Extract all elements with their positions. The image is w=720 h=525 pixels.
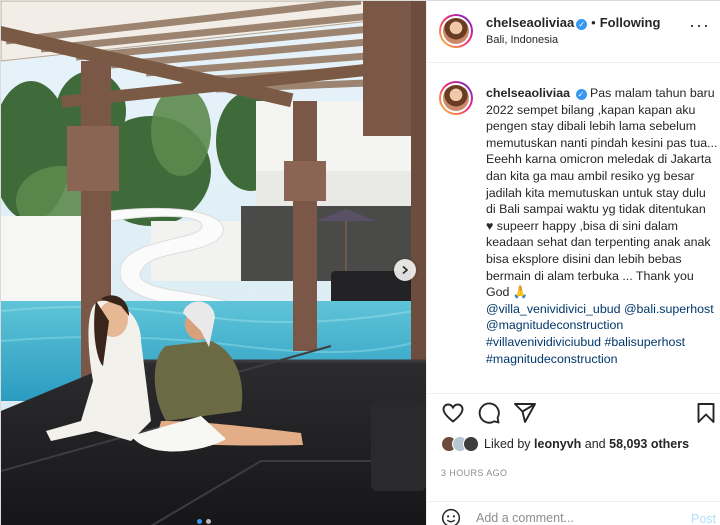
caption-text-3: ♥ supeerr happy ,bisa di sini dalam kead… <box>486 218 711 300</box>
header-name-row: chelseaoliviaa ✓ • Following <box>486 15 660 30</box>
carousel-dot <box>206 519 211 524</box>
caption-tags: @villa_venividivici_ubud @bali.superhost… <box>486 301 718 367</box>
header-separator: • <box>591 15 596 30</box>
comment-input[interactable] <box>476 511 666 525</box>
carousel-next-button[interactable] <box>394 259 416 281</box>
avatar-photo <box>443 18 469 44</box>
comment-icon[interactable] <box>477 401 501 425</box>
avatar-ring <box>441 16 471 46</box>
post-photo[interactable] <box>1 1 426 525</box>
user-avatar[interactable] <box>439 14 473 48</box>
likes-user[interactable]: leonyvh <box>534 437 581 451</box>
caption-area: chelseaoliviaa ✓ Pas malam tahun baru 20… <box>427 64 720 394</box>
hashtag-link[interactable]: #villavenividiviciubud <box>486 335 601 349</box>
hashtag-link[interactable]: #balisuperhost <box>604 335 685 349</box>
post-location[interactable]: Bali, Indonesia <box>486 34 558 46</box>
avatar-ring <box>441 83 471 113</box>
following-button[interactable]: Following <box>600 15 661 30</box>
likes-and: and <box>584 437 606 451</box>
more-horizontal-icon[interactable]: ··· <box>689 16 710 34</box>
post-header: chelseaoliviaa ✓ • Following Bali, Indonesi… <box>427 1 720 63</box>
post-actions <box>427 395 720 431</box>
header-username[interactable]: chelseaoliviaa <box>486 15 574 30</box>
verified-badge-icon: ✓ <box>575 89 587 100</box>
liker-avatar <box>463 436 479 452</box>
mention-link[interactable]: @magnitudeconstruction <box>486 318 623 332</box>
emoji-icon[interactable] <box>441 508 461 525</box>
photo-villa-pool <box>1 1 426 525</box>
comment-bar: Post <box>427 501 720 525</box>
avatar-photo <box>443 85 469 111</box>
bookmark-icon[interactable] <box>694 401 718 425</box>
mention-link[interactable]: @villa_venividivici_ubud <box>486 302 621 316</box>
carousel-indicator <box>197 519 211 524</box>
likes-count[interactable]: 58,093 others <box>609 437 689 451</box>
post-side-panel: chelseaoliviaa ✓ • Following Bali, Indonesi… <box>426 1 720 525</box>
likes-text: Liked by leonyvh and 58,093 others <box>484 437 689 451</box>
caption-username[interactable]: chelseaoliviaa <box>486 86 570 100</box>
caption-paragraph-1: chelseaoliviaa ✓ Pas malam tahun baru 20… <box>486 85 718 151</box>
post-caption: chelseaoliviaa ✓ Pas malam tahun baru 20… <box>486 85 718 367</box>
caption-text-2: Eeehh karna omicron meledak di Jakarta d… <box>486 152 712 217</box>
carousel-dot-active <box>197 519 202 524</box>
share-icon[interactable] <box>513 401 537 425</box>
verified-badge-icon: ✓ <box>576 19 588 30</box>
likes-prefix: Liked by <box>484 437 531 451</box>
caption-avatar[interactable] <box>439 81 473 115</box>
heart-icon[interactable] <box>441 401 465 425</box>
mention-link[interactable]: @bali.superhost <box>624 302 714 316</box>
post-frame: chelseaoliviaa ✓ • Following Bali, Indonesi… <box>0 0 720 525</box>
hashtag-link[interactable]: #magnitudeconstruction <box>486 352 618 366</box>
post-timestamp[interactable]: 3 HOURS AGO <box>441 468 507 478</box>
chevron-right-icon <box>402 265 409 275</box>
likes-summary[interactable]: Liked by leonyvh and 58,093 others <box>441 436 689 452</box>
post-comment-button[interactable]: Post <box>691 512 716 525</box>
